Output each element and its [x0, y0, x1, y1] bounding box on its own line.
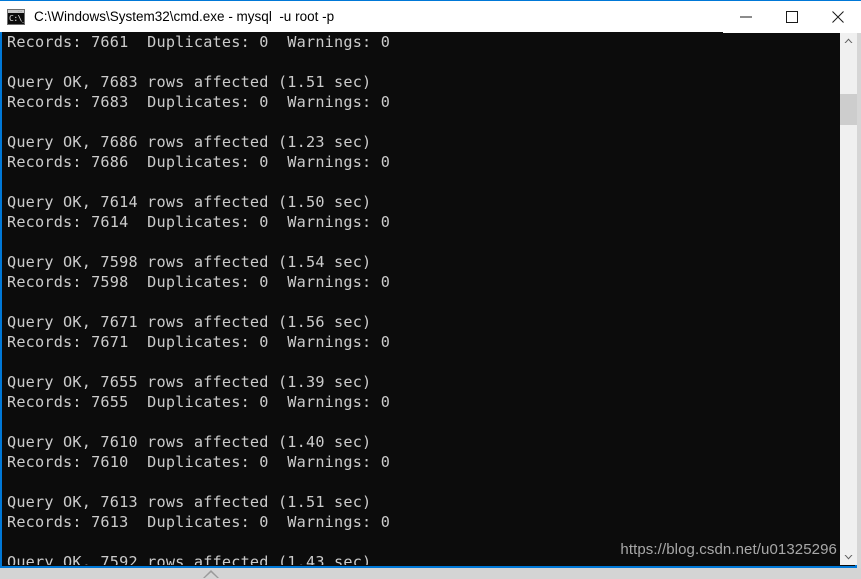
cmd-window: Records: 7661 Duplicates: 0 Warnings: 0 … — [0, 0, 857, 568]
window-title: C:\Windows\System32\cmd.exe - mysql -u r… — [34, 9, 335, 24]
console-line: Records: 7686 Duplicates: 0 Warnings: 0 — [7, 153, 391, 171]
taskbar-chevron-icon[interactable] — [200, 569, 222, 579]
console-scrollbar[interactable] — [840, 32, 857, 565]
scroll-down-icon[interactable] — [840, 548, 857, 565]
console-line: Query OK, 7610 rows affected (1.40 sec) — [7, 433, 372, 451]
console-line: Records: 7610 Duplicates: 0 Warnings: 0 — [7, 453, 391, 471]
console-line: Records: 7683 Duplicates: 0 Warnings: 0 — [7, 93, 391, 111]
maximize-button[interactable] — [769, 0, 815, 33]
scrollbar-thumb[interactable] — [840, 94, 857, 125]
cmd-console-icon: ··· C:\_ — [7, 8, 25, 25]
console-line: Records: 7661 Duplicates: 0 Warnings: 0 — [7, 33, 391, 51]
console-line: Records: 7655 Duplicates: 0 Warnings: 0 — [7, 393, 391, 411]
console-line: Records: 7671 Duplicates: 0 Warnings: 0 — [7, 333, 391, 351]
console-line: Records: 7598 Duplicates: 0 Warnings: 0 — [7, 273, 391, 291]
minimize-button[interactable] — [723, 0, 769, 33]
console-line: Records: 7614 Duplicates: 0 Warnings: 0 — [7, 213, 391, 231]
console-line: Query OK, 7683 rows affected (1.51 sec) — [7, 73, 372, 91]
console-line: Query OK, 7671 rows affected (1.56 sec) — [7, 313, 372, 331]
window-titlebar[interactable]: ··· C:\_ C:\Windows\System32\cmd.exe - m… — [0, 0, 861, 33]
titlebar-left-group: ··· C:\_ C:\Windows\System32\cmd.exe - m… — [0, 1, 723, 32]
console-line: Query OK, 7614 rows affected (1.50 sec) — [7, 193, 372, 211]
close-button[interactable] — [815, 0, 861, 33]
console-line: Query OK, 7598 rows affected (1.54 sec) — [7, 253, 372, 271]
icon-prompt-text: C:\_ — [9, 13, 25, 23]
console-line: Query OK, 7655 rows affected (1.39 sec) — [7, 373, 372, 391]
console-line: Query OK, 7613 rows affected (1.51 sec) — [7, 493, 372, 511]
console-line: Records: 7613 Duplicates: 0 Warnings: 0 — [7, 513, 391, 531]
console-text: Records: 7661 Duplicates: 0 Warnings: 0 … — [7, 32, 390, 565]
watermark-url: https://blog.csdn.net/u01325296 — [620, 541, 837, 558]
console-output-area[interactable]: Records: 7661 Duplicates: 0 Warnings: 0 … — [5, 32, 840, 565]
console-line: Query OK, 7686 rows affected (1.23 sec) — [7, 133, 372, 151]
taskbar-strip — [0, 568, 861, 579]
console-line: Query OK, 7592 rows affected (1.43 sec) — [7, 553, 372, 565]
scroll-up-icon[interactable] — [840, 32, 857, 49]
